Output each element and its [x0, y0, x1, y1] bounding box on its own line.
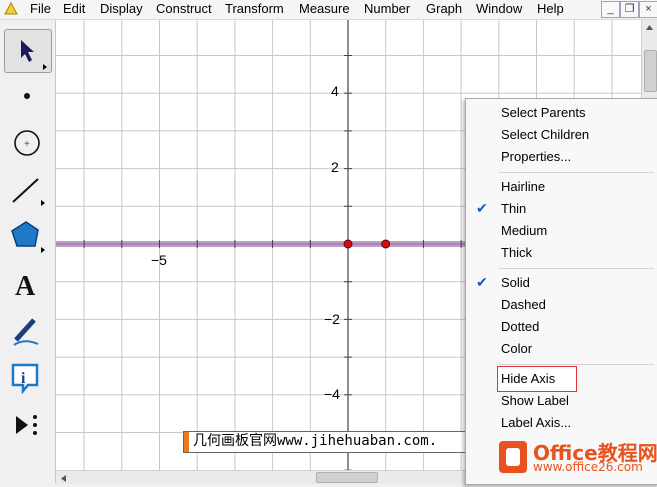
ctx-select-children[interactable]: Select Children [466, 124, 657, 146]
ctx-label: Medium [501, 223, 548, 238]
office-logo-watermark: Office教程网 www.office26.com [493, 433, 657, 483]
axis-context-menu: Select Parents Select Children Propertie… [465, 98, 657, 485]
custom-tools[interactable] [4, 404, 50, 446]
polygon-icon [11, 221, 45, 253]
y-tick-label-4: 4 [331, 83, 339, 99]
restore-button[interactable]: ❐ [620, 1, 639, 18]
horizontal-scroll-thumb[interactable] [316, 472, 378, 483]
ctx-label: Color [501, 341, 533, 356]
ctx-select-parents[interactable]: Select Parents [466, 102, 657, 124]
y-tick-label-neg4: −4 [324, 386, 340, 402]
watermark-text: 几何画板官网www.jihehuaban.com. [193, 433, 438, 449]
x-tick-label-neg5: −5 [151, 252, 167, 268]
ctx-label: Properties... [501, 149, 572, 164]
app-icon[interactable] [4, 2, 18, 16]
menu-bar: File Edit Display Construct Transform Me… [0, 0, 657, 20]
unit-point[interactable] [381, 239, 391, 249]
watermark-accent-bar [184, 432, 189, 452]
ctx-label: Label Axis... [501, 415, 572, 430]
menu-help[interactable]: Help [537, 1, 564, 17]
office-logo-icon [499, 441, 527, 473]
menu-transform[interactable]: Transform [225, 1, 284, 17]
close-button[interactable]: × [639, 1, 657, 18]
logo-url: www.office26.com [533, 460, 643, 474]
ctx-label: Solid [501, 275, 530, 290]
ctx-dotted[interactable]: Dotted [466, 316, 657, 338]
menu-construct[interactable]: Construct [156, 1, 212, 17]
scroll-left-icon[interactable] [58, 472, 70, 483]
y-tick-label-2: 2 [331, 159, 339, 175]
line-segment-icon [12, 178, 45, 206]
ctx-hide-axis[interactable]: Hide Axis [466, 368, 657, 390]
ctx-separator [499, 268, 654, 269]
menu-graph[interactable]: Graph [426, 1, 462, 17]
ctx-label: Dotted [501, 319, 540, 334]
ctx-separator [499, 172, 654, 173]
ctx-separator [499, 364, 654, 365]
text-a-icon: A [15, 271, 36, 302]
ctx-show-label[interactable]: Show Label [466, 390, 657, 412]
play-more-icon [16, 415, 37, 435]
minimize-button[interactable]: _ [601, 1, 620, 18]
ctx-solid[interactable]: ✔ Solid [466, 272, 657, 294]
scroll-up-icon[interactable] [644, 22, 655, 34]
svg-text:A: A [15, 271, 36, 302]
ctx-thick[interactable]: Thick [466, 242, 657, 264]
ctx-label: Select Children [501, 127, 590, 142]
compass-icon: + [14, 130, 40, 156]
menu-window[interactable]: Window [476, 1, 522, 17]
ctx-dashed[interactable]: Dashed [466, 294, 657, 316]
check-icon: ✔ [476, 274, 488, 290]
compass-tool[interactable]: + [4, 122, 50, 164]
ctx-properties[interactable]: Properties... [466, 146, 657, 168]
menu-number[interactable]: Number [364, 1, 410, 17]
selection-arrow-tool[interactable] [4, 29, 52, 73]
arrow-icon [21, 40, 47, 70]
marker-pen-icon [13, 318, 39, 346]
ctx-medium[interactable]: Medium [466, 220, 657, 242]
origin-point[interactable] [343, 239, 353, 249]
ctx-label: Thin [501, 201, 527, 216]
ctx-label: Show Label [501, 393, 569, 408]
ctx-label: Dashed [501, 297, 546, 312]
ctx-thin[interactable]: ✔ Thin [466, 198, 657, 220]
ctx-label: Hide Axis [501, 371, 556, 386]
straightedge-tool[interactable] [4, 169, 50, 211]
polygon-tool[interactable] [4, 216, 50, 258]
text-tool[interactable]: A [4, 263, 50, 305]
toolbox: + A i [0, 20, 56, 483]
ctx-hairline[interactable]: Hairline [466, 176, 657, 198]
ctx-label-axis[interactable]: Label Axis... [466, 412, 657, 434]
ctx-label: Select Parents [501, 105, 586, 120]
info-icon: i [11, 363, 39, 395]
point-icon [24, 93, 30, 99]
y-tick-label-neg2: −2 [324, 311, 340, 327]
ctx-color[interactable]: Color [466, 338, 657, 360]
watermark-banner: 几何画板官网www.jihehuaban.com. [183, 431, 467, 453]
ctx-label: Hairline [501, 179, 546, 194]
information-tool[interactable]: i [4, 357, 50, 399]
menu-edit[interactable]: Edit [63, 1, 85, 17]
marker-tool[interactable] [4, 310, 50, 352]
menu-file[interactable]: File [30, 1, 51, 17]
svg-text:+: + [24, 139, 30, 150]
svg-text:i: i [21, 370, 26, 387]
point-tool[interactable] [4, 75, 50, 117]
menu-display[interactable]: Display [100, 1, 143, 17]
menu-measure[interactable]: Measure [299, 1, 350, 17]
vertical-scroll-thumb[interactable] [644, 50, 657, 92]
check-icon: ✔ [476, 200, 488, 216]
ctx-label: Thick [501, 245, 533, 260]
